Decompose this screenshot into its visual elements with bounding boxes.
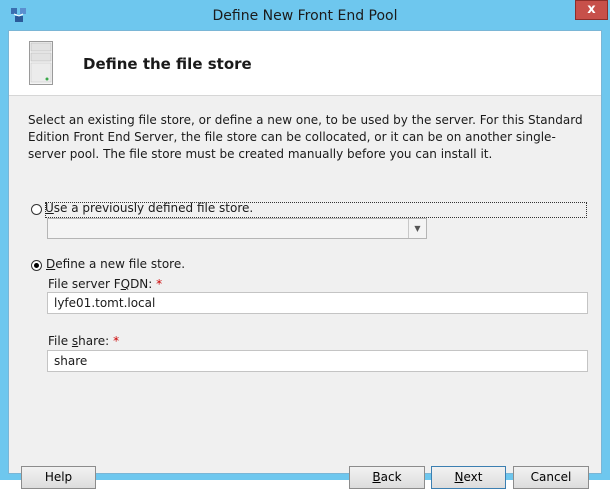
existing-file-store-combobox[interactable]: ▼ xyxy=(47,218,427,239)
title-bar[interactable]: Define New Front End Pool x xyxy=(0,0,610,30)
radio-new-file-store[interactable] xyxy=(31,260,42,271)
chevron-down-icon[interactable]: ▼ xyxy=(408,219,426,238)
cancel-button[interactable]: Cancel xyxy=(513,466,589,489)
next-button[interactable]: Next xyxy=(431,466,506,489)
wizard-content: Select an existing file store, or define… xyxy=(9,96,601,489)
fqdn-input[interactable]: lyfe01.tomt.local xyxy=(47,292,588,314)
close-icon: x xyxy=(587,2,596,17)
server-icon xyxy=(29,41,53,85)
required-mark: * xyxy=(113,334,120,348)
back-button[interactable]: Back xyxy=(349,466,425,489)
dialog-client: Define the file store Select an existing… xyxy=(8,30,602,489)
radio-existing-file-store[interactable] xyxy=(31,204,42,215)
close-button[interactable]: x xyxy=(575,0,608,20)
radio-new-label[interactable]: Define a new file store. xyxy=(46,257,185,271)
radio-existing-label[interactable]: Use a previously defined file store. xyxy=(45,201,253,215)
help-button[interactable]: Help xyxy=(21,466,96,489)
file-share-label: File share: * xyxy=(48,334,120,348)
dialog-window: Define New Front End Pool x Define the f… xyxy=(0,0,610,489)
fqdn-label: File server FQDN: * xyxy=(48,277,163,291)
page-title: Define the file store xyxy=(83,55,252,73)
description-text: Select an existing file store, or define… xyxy=(28,113,583,161)
wizard-header: Define the file store xyxy=(9,31,601,95)
required-mark: * xyxy=(156,277,163,291)
window-title: Define New Front End Pool xyxy=(212,8,398,24)
file-share-input[interactable]: share xyxy=(47,350,588,372)
